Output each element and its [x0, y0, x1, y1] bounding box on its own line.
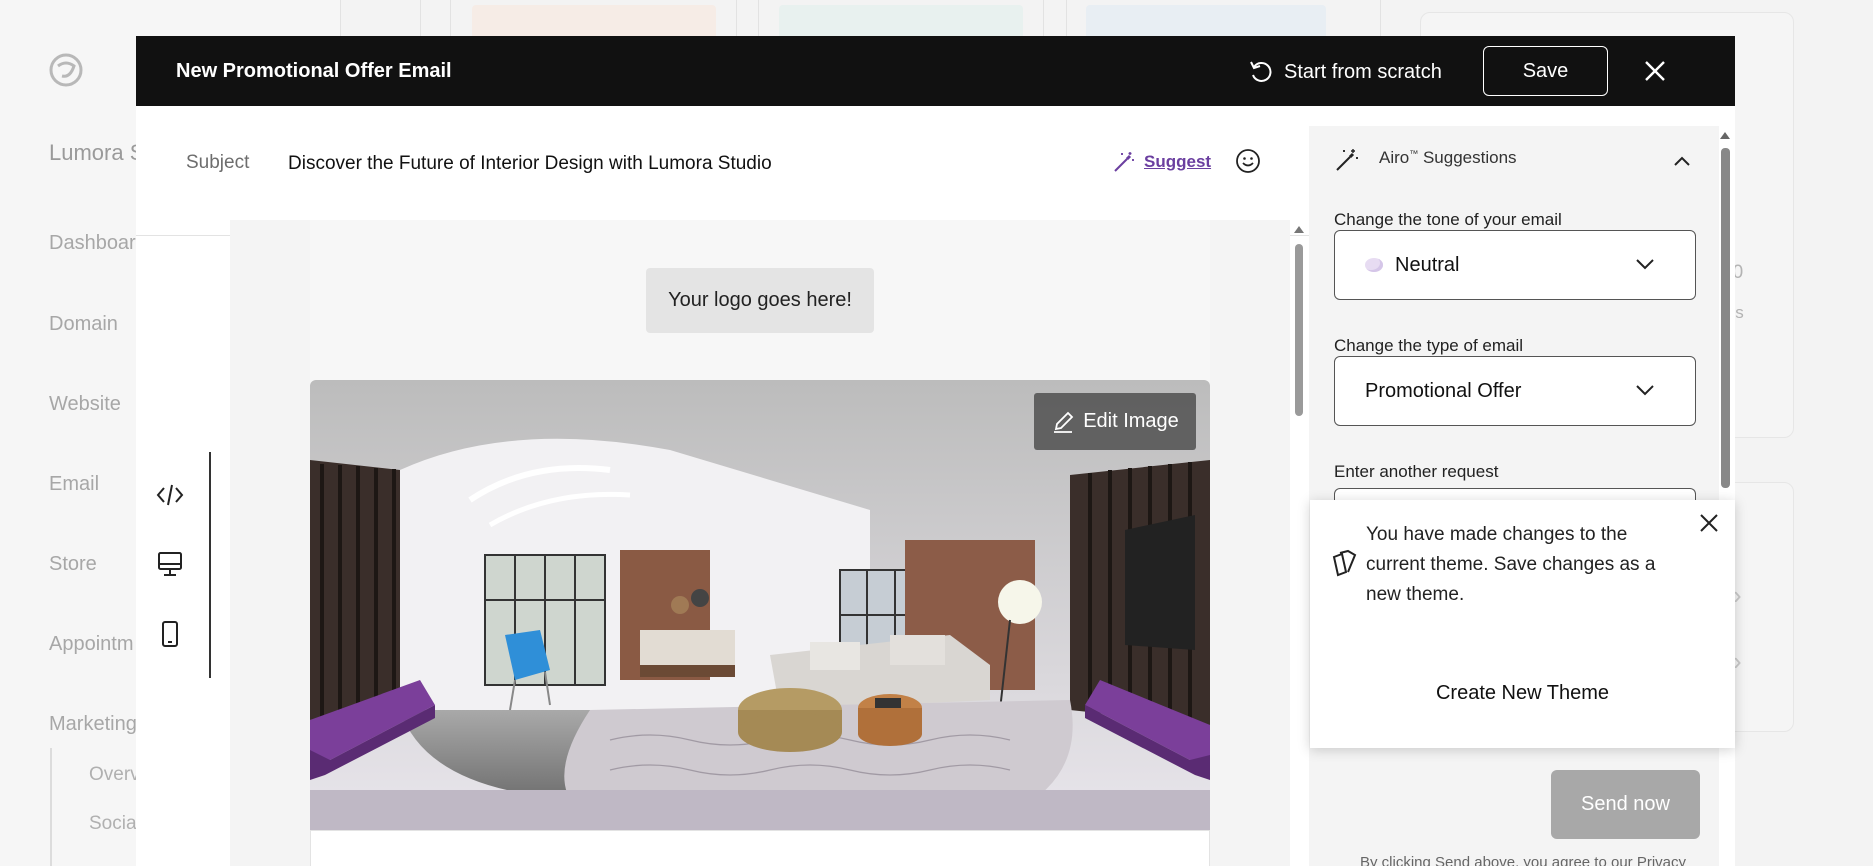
panel-scroll-thumb[interactable]	[1721, 148, 1730, 488]
background-nav-appointments: Appointm	[49, 633, 134, 655]
chevron-down-icon	[1636, 385, 1654, 396]
background-brand: Lumora S	[49, 140, 145, 165]
background-subnav-social: Socia	[89, 813, 137, 834]
theme-changed-message: You have made changes to the current the…	[1366, 524, 1656, 605]
canvas-scrollbar[interactable]	[1293, 220, 1305, 850]
background-nav-marketing: Marketing	[49, 713, 137, 735]
airo-suggestions-header[interactable]: Airo™ Suggestions	[1309, 126, 1719, 196]
theme-changed-popover: You have made changes to the current the…	[1310, 500, 1735, 748]
email-type-select[interactable]: Promotional Offer	[1334, 356, 1696, 426]
suggest-button[interactable]: Suggest	[1112, 150, 1211, 174]
subject-input[interactable]	[288, 149, 1088, 179]
pencil-icon	[1054, 411, 1074, 433]
start-from-scratch-label: Start from scratch	[1284, 60, 1442, 83]
email-type-value: Promotional Offer	[1365, 379, 1522, 402]
edit-image-label: Edit Image	[1083, 410, 1179, 432]
suggest-label: Suggest	[1144, 152, 1212, 171]
save-button[interactable]: Save	[1483, 46, 1608, 96]
email-canvas: Your logo goes here! Edit Image	[230, 220, 1290, 866]
desktop-view-button[interactable]	[154, 548, 186, 580]
background-nav-website: Website	[49, 393, 121, 415]
speech-bubble-icon	[1365, 258, 1383, 272]
email-body: Your logo goes here! Edit Image	[310, 220, 1210, 866]
subject-label: Subject	[186, 152, 250, 173]
magic-wand-icon	[1114, 152, 1134, 172]
email-type-label: Change the type of email	[1334, 336, 1524, 355]
send-fine-print: By clicking Send above, you agree to our…	[1360, 854, 1687, 866]
canvas-scroll-thumb[interactable]	[1295, 244, 1303, 416]
airo-suggestions-title: Airo™ Suggestions	[1379, 148, 1517, 167]
mobile-icon	[162, 621, 178, 647]
chevron-up-icon[interactable]	[1671, 150, 1693, 172]
chevron-down-icon	[1636, 259, 1654, 270]
background-nav-domain: Domain	[49, 313, 118, 335]
hero-image[interactable]: Edit Image	[310, 380, 1210, 830]
theme-copy-icon	[1332, 549, 1357, 577]
create-new-theme-button[interactable]: Create New Theme	[1310, 682, 1735, 705]
tone-label: Change the tone of your email	[1334, 210, 1562, 229]
undo-icon	[1250, 61, 1272, 82]
tone-value: Neutral	[1395, 253, 1460, 276]
send-now-button[interactable]: Send now	[1551, 770, 1700, 839]
logo-placeholder[interactable]: Your logo goes here!	[646, 268, 874, 333]
desktop-icon	[158, 552, 182, 576]
edit-image-button[interactable]: Edit Image	[1034, 393, 1196, 450]
close-icon[interactable]	[1640, 56, 1670, 86]
background-nav-dashboard: Dashboar	[49, 232, 136, 254]
scroll-up-arrow[interactable]	[1294, 226, 1304, 233]
background-subnav-overview: Overv	[89, 764, 140, 785]
background-nav-email: Email	[49, 473, 100, 495]
modal-header: New Promotional Offer Email Start from s…	[136, 36, 1735, 106]
tone-select[interactable]: Neutral	[1334, 230, 1696, 300]
scroll-up-arrow[interactable]	[1720, 132, 1730, 139]
smiley-icon[interactable]	[1235, 148, 1261, 174]
mobile-view-button[interactable]	[154, 618, 186, 650]
airo-suggestions-panel: Airo™ Suggestions Change the tone of you…	[1309, 106, 1735, 866]
modal-title: New Promotional Offer Email	[176, 60, 452, 82]
background-nav-store: Store	[49, 553, 97, 575]
close-icon[interactable]	[1698, 512, 1720, 534]
code-view-button[interactable]	[154, 479, 186, 511]
background-subnav-line	[50, 748, 52, 866]
brand-logo-icon	[49, 53, 83, 87]
request-label: Enter another request	[1334, 462, 1499, 481]
code-icon	[156, 484, 184, 506]
view-mode-divider	[209, 452, 211, 678]
email-content-block	[310, 830, 1210, 866]
start-from-scratch-button[interactable]: Start from scratch	[1248, 56, 1442, 88]
magic-wand-icon	[1336, 149, 1358, 171]
